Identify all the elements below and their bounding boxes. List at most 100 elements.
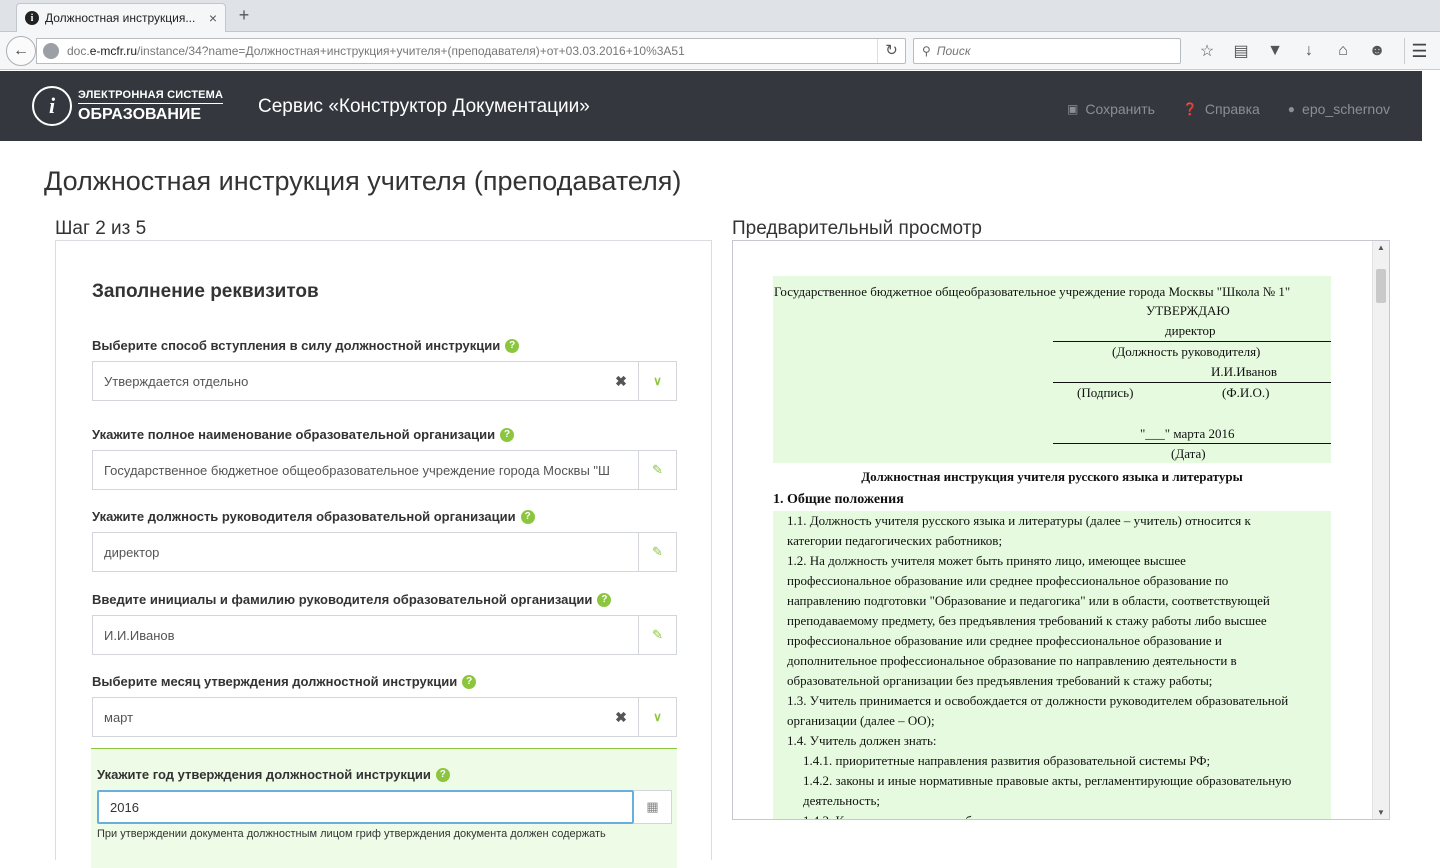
back-button[interactable]: ← [6, 36, 36, 66]
approval-year-input[interactable] [97, 790, 634, 824]
date-line [1053, 443, 1331, 444]
input-value: директор [104, 544, 160, 560]
logo-top-text: ЭЛЕКТРОННАЯ СИСТЕМА [78, 89, 224, 104]
home-icon[interactable]: ⌂ [1326, 38, 1360, 64]
arrow-left-icon: ← [13, 42, 29, 59]
field-head-name: Введите инициалы и фамилию руководителя … [92, 592, 677, 655]
form-heading: Заполнение реквизитов [92, 281, 319, 302]
clear-icon[interactable]: ✖ [604, 709, 638, 726]
scroll-thumb[interactable] [1376, 269, 1386, 303]
scroll-up-arrow-icon[interactable]: ▲ [1377, 243, 1385, 252]
sub-paragraph-line: деятельность; [803, 793, 881, 808]
logo-mark-icon: i [32, 86, 72, 126]
tab-close-icon[interactable]: × [209, 10, 217, 26]
help-icon[interactable]: ? [500, 427, 515, 442]
star-icon[interactable]: ☆ [1190, 38, 1224, 64]
service-title: Сервис «Конструктор Документации» [258, 96, 590, 117]
head-name-input[interactable]: И.И.Иванов ✎ [92, 615, 677, 655]
logo[interactable]: i ЭЛЕКТРОННАЯ СИСТЕМА ОБРАЗОВАНИЕ [32, 86, 224, 126]
field-label-text: Введите инициалы и фамилию руководителя … [92, 592, 593, 607]
field-label: Укажите должность руководителя образоват… [92, 509, 677, 524]
browser-search-bar[interactable]: ⚲ [913, 38, 1181, 64]
paragraph-line: преподаваемому предмету, без предъявлени… [787, 613, 1267, 628]
reading-list-icon[interactable]: ▤ [1224, 38, 1258, 64]
preview-panel[interactable]: Государственное бюджетное общеобразовате… [732, 240, 1390, 820]
step-indicator: Шаг 2 из 5 [55, 218, 147, 239]
paragraph-line: категории педагогических работников; [787, 533, 1003, 548]
field-label-text: Выберите месяц утверждения должностной и… [92, 674, 458, 689]
paragraph-line: направлению подготовки "Образование и пе… [787, 593, 1270, 608]
logo-bottom-text: ОБРАЗОВАНИЕ [78, 105, 202, 123]
select-value: март [104, 709, 134, 725]
year-hint: При утверждении документа должностным ли… [97, 828, 606, 840]
url-text: doc.e-mcfr.ru/instance/34?name=Должностн… [67, 44, 877, 58]
sub-paragraph-line: 1.4.3. Конвенцию о правах ребенка; [787, 811, 1331, 819]
help-icon[interactable]: ? [597, 592, 612, 607]
user-menu[interactable]: ● epo_schernov [1288, 101, 1390, 117]
scroll-down-arrow-icon[interactable]: ▼ [1377, 808, 1385, 817]
save-button[interactable]: ▣ Сохранить [1067, 101, 1155, 117]
new-tab-button[interactable]: + [234, 5, 254, 26]
year-row: ▦ [97, 790, 677, 824]
app-header: i ЭЛЕКТРОННАЯ СИСТЕМА ОБРАЗОВАНИЕ Сервис… [0, 71, 1422, 141]
edit-icon[interactable]: ✎ [638, 451, 676, 489]
field-entry-method: Выберите способ вступления в силу должно… [92, 338, 677, 401]
org-name-text: Государственное бюджетное общеобразовате… [774, 284, 1291, 299]
section-title: 1. Общие положения [773, 492, 904, 507]
browser-tab[interactable]: i Должностная инструкция... × [16, 3, 226, 32]
paragraph-line: 1.4. Учитель должен знать: [787, 733, 937, 748]
address-bar[interactable]: doc.e-mcfr.ru/instance/34?name=Должностн… [36, 38, 906, 64]
reload-icon[interactable]: ↻ [877, 39, 905, 63]
browser-search-input[interactable] [936, 44, 1157, 58]
position-caption: (Должность руководителя) [1112, 344, 1261, 359]
paragraph-line: образовательной организации без предъявл… [787, 673, 1213, 688]
sub-paragraph-line: 1.4.2. законы и иные нормативные правовы… [803, 773, 1292, 788]
org-name-input[interactable]: Государственное бюджетное общеобразовате… [92, 450, 677, 490]
input-value: И.И.Иванов [104, 627, 175, 643]
document-title: Должностная инструкция учителя русского … [861, 469, 1243, 484]
menu-icon[interactable]: ☰ [1404, 38, 1434, 64]
edit-icon[interactable]: ✎ [638, 533, 676, 571]
search-icon: ⚲ [922, 44, 931, 58]
floppy-disk-icon: ▣ [1067, 102, 1079, 116]
field-head-position: Укажите должность руководителя образоват… [92, 509, 677, 572]
chat-icon[interactable]: ☻ [1360, 38, 1394, 64]
paragraph-line: профессиональное образование или среднее… [787, 573, 1229, 588]
field-label: Укажите год утверждения должностной инст… [97, 767, 677, 782]
preview-heading: Предварительный просмотр [732, 218, 982, 239]
pocket-icon[interactable]: ▼ [1258, 38, 1292, 64]
position-line [1053, 341, 1331, 342]
download-icon[interactable]: ↓ [1292, 38, 1326, 64]
edit-icon[interactable]: ✎ [638, 616, 676, 654]
paragraph-line: профессиональное образование или среднее… [787, 633, 1222, 648]
browser-nav-bar: ← doc.e-mcfr.ru/instance/34?name=Должнос… [0, 32, 1440, 70]
field-label: Выберите месяц утверждения должностной и… [92, 674, 677, 689]
head-name-text: И.И.Иванов [1211, 364, 1277, 379]
paragraph-line: 1.2. На должность учителя может быть при… [787, 553, 1186, 568]
approval-month-select[interactable]: март ✖ ∨ [92, 697, 677, 737]
help-icon[interactable]: ? [435, 767, 450, 782]
browser-tab-bar: i Должностная инструкция... × + [0, 0, 1440, 32]
url-prefix: doc. [67, 44, 90, 58]
browser-toolbar: ☆ ▤ ▼ ↓ ⌂ ☻ [1190, 38, 1394, 64]
logo-text: ЭЛЕКТРОННАЯ СИСТЕМА ОБРАЗОВАНИЕ [78, 89, 224, 124]
help-button[interactable]: ❓ Справка [1183, 101, 1260, 117]
calendar-icon[interactable]: ▦ [634, 790, 672, 824]
chevron-down-icon[interactable]: ∨ [638, 698, 676, 736]
clear-icon[interactable]: ✖ [604, 373, 638, 390]
preview-scrollbar[interactable]: ▲ ▼ [1372, 241, 1389, 819]
field-label: Укажите полное наименование образователь… [92, 427, 677, 442]
requisites-form: Заполнение реквизитов Выберите способ вс… [55, 240, 712, 868]
position-text: директор [1165, 323, 1216, 338]
help-icon[interactable]: ? [505, 338, 520, 353]
chevron-down-icon[interactable]: ∨ [638, 362, 676, 400]
help-icon[interactable]: ? [462, 674, 477, 689]
general-provisions-text: 1.1. Должность учителя русского языка и … [773, 511, 1331, 819]
entry-method-select[interactable]: Утверждается отдельно ✖ ∨ [92, 361, 677, 401]
name-caption: (Ф.И.О.) [1222, 385, 1270, 400]
head-position-input[interactable]: директор ✎ [92, 532, 677, 572]
help-icon[interactable]: ? [520, 509, 535, 524]
field-org-name: Укажите полное наименование образователь… [92, 427, 677, 490]
user-name: epo_schernov [1302, 101, 1390, 117]
field-label-text: Укажите полное наименование образователь… [92, 427, 496, 442]
